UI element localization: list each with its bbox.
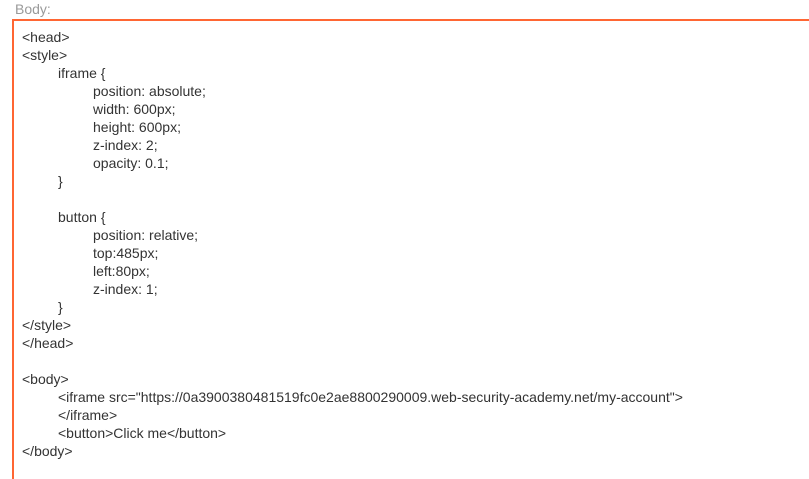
code-line: </style> xyxy=(22,317,72,333)
code-line: iframe { xyxy=(58,65,106,81)
code-line: <body> xyxy=(22,371,69,387)
body-textarea[interactable]: <head> <style> iframe { position: absolute;… xyxy=(12,19,809,479)
code-line: z-index: 1; xyxy=(93,281,158,297)
code-line: } xyxy=(58,173,63,189)
code-line: height: 600px; xyxy=(93,119,181,135)
code-line: top:485px; xyxy=(93,245,159,261)
code-line: z-index: 2; xyxy=(93,137,158,153)
code-line: <button>Click me</button> xyxy=(58,425,227,441)
code-line: width: 600px; xyxy=(93,101,176,117)
body-field-label: Body: xyxy=(15,1,51,17)
code-line: </iframe> xyxy=(58,407,118,423)
code-line: left:80px; xyxy=(93,263,150,279)
code-line: <style> xyxy=(22,47,68,63)
code-line: button { xyxy=(58,209,106,225)
code-content: <head> <style> iframe { position: absolute;… xyxy=(22,28,809,460)
code-line: } xyxy=(58,299,63,315)
code-line: </head> xyxy=(22,335,74,351)
code-line: <head> xyxy=(22,29,70,45)
code-line: position: absolute; xyxy=(93,83,206,99)
code-line: position: relative; xyxy=(93,227,199,243)
code-line: </body> xyxy=(22,443,73,459)
code-line: <iframe src="https://0a3900380481519fc0e… xyxy=(58,389,683,405)
code-line: opacity: 0.1; xyxy=(93,155,169,171)
